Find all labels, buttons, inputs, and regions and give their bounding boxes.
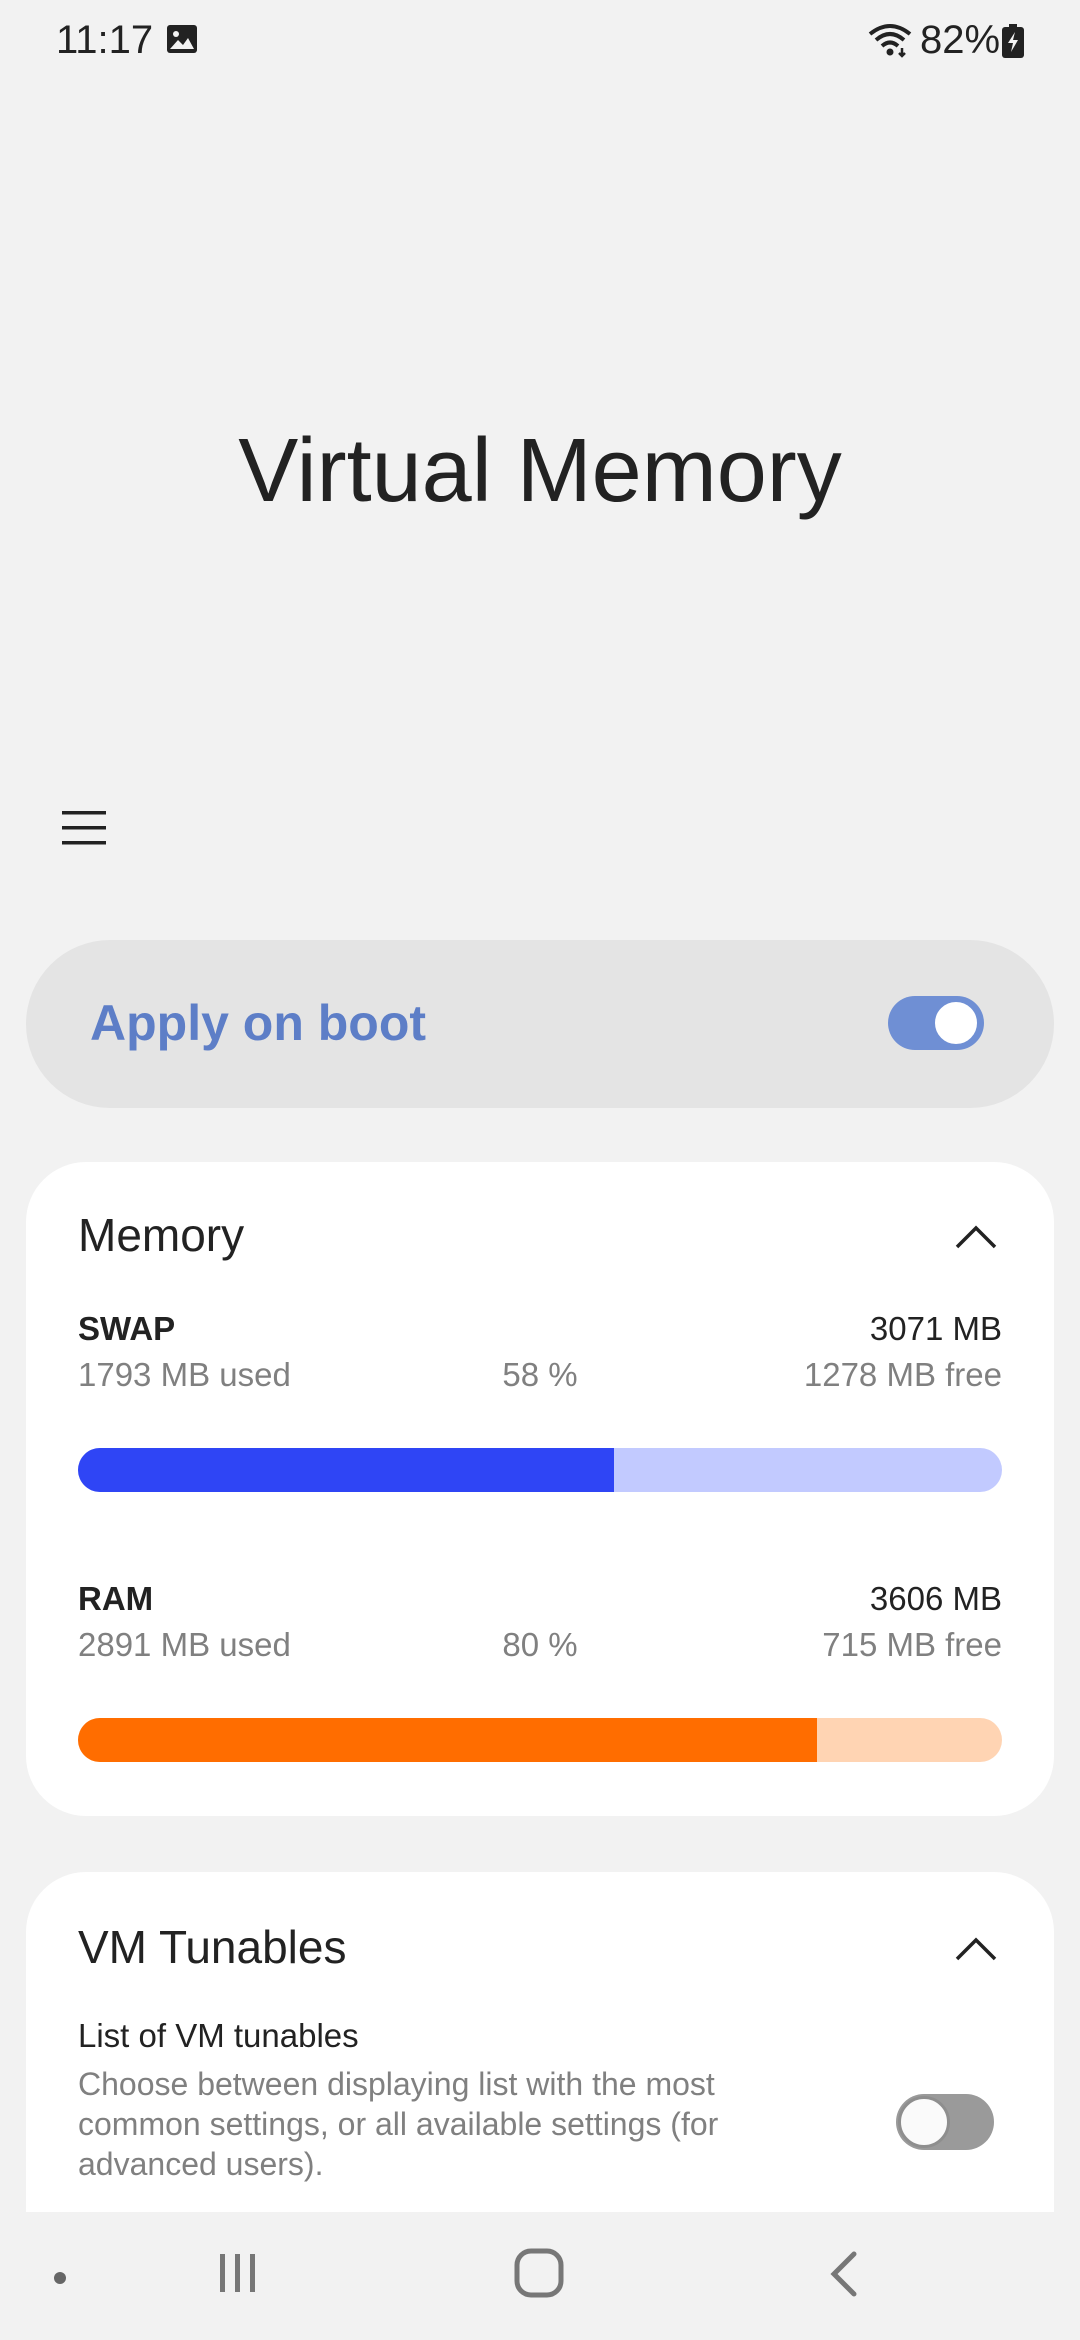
- recent-apps-icon[interactable]: [216, 2252, 260, 2294]
- switch-knob: [932, 999, 980, 1047]
- ram-free: 715 MB free: [822, 1626, 1002, 1663]
- memory-card: Memory SWAP 3071 MB 1793 MB used 58 % 12…: [26, 1162, 1054, 1816]
- ram-progress-bar: [78, 1718, 1002, 1762]
- vm-tunables-title: VM Tunables: [78, 1921, 347, 1973]
- home-icon[interactable]: [514, 2248, 564, 2298]
- status-time: 11:17: [56, 18, 154, 62]
- chevron-up-icon[interactable]: [954, 1224, 998, 1250]
- swap-total: 3071 MB: [869, 1310, 1002, 1347]
- navigation-bar: [0, 2212, 1080, 2340]
- hamburger-menu-icon[interactable]: [62, 808, 106, 848]
- battery-charging-icon: [1002, 24, 1024, 58]
- swap-progress-bar: [78, 1448, 1002, 1492]
- gallery-notification-icon: [167, 25, 197, 53]
- chevron-up-icon[interactable]: [954, 1936, 998, 1962]
- nav-dot-icon: [54, 2272, 66, 2284]
- apply-on-boot-label: Apply on boot: [90, 995, 427, 1051]
- apply-on-boot-row[interactable]: Apply on boot: [26, 940, 1054, 1108]
- ram-total: 3606 MB: [869, 1580, 1002, 1617]
- page-title: Virtual Memory: [238, 421, 842, 521]
- vm-tunables-card: VM Tunables List of VM tunables Choose b…: [26, 1872, 1054, 2212]
- apply-on-boot-switch[interactable]: [888, 996, 984, 1050]
- memory-card-title: Memory: [78, 1209, 245, 1261]
- ram-progress-fill: [78, 1718, 818, 1762]
- back-icon[interactable]: [826, 2250, 860, 2298]
- battery-percentage: 82%: [920, 18, 1001, 62]
- status-bar: 11:17 82%: [0, 0, 1080, 80]
- vm-tunables-list-description: Choose between displaying list with the …: [78, 2066, 719, 2182]
- wifi-icon: [868, 24, 912, 58]
- ram-label: RAM: [78, 1580, 154, 1617]
- switch-knob: [898, 2096, 950, 2148]
- vm-tunables-list-label: List of VM tunables: [78, 2017, 359, 2054]
- swap-progress-fill: [78, 1448, 614, 1492]
- swap-label: SWAP: [78, 1310, 176, 1347]
- swap-free: 1278 MB free: [803, 1356, 1002, 1393]
- vm-tunables-list-switch[interactable]: [896, 2094, 994, 2150]
